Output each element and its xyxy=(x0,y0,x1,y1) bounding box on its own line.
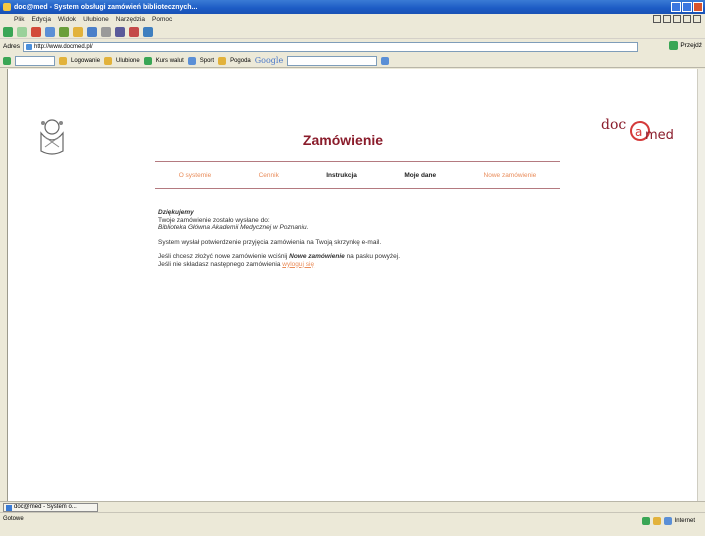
sport-icon xyxy=(187,56,196,65)
weather-icon xyxy=(218,56,227,65)
google-search-input[interactable] xyxy=(287,55,378,66)
mail-icon[interactable] xyxy=(101,26,111,37)
home-icon[interactable] xyxy=(59,26,69,37)
link-currency[interactable]: Kurs walut xyxy=(156,58,184,64)
back-icon[interactable] xyxy=(3,26,13,37)
close-icon[interactable] xyxy=(693,2,703,12)
currency-icon xyxy=(143,56,152,65)
toolbar-logo-icon xyxy=(3,56,11,65)
menu-file[interactable]: Plik xyxy=(14,16,24,23)
university-emblem-icon xyxy=(40,119,64,155)
stop-icon[interactable] xyxy=(31,26,41,37)
menu-tools[interactable]: Narzędzia xyxy=(116,16,145,23)
nav-pricing[interactable]: Cennik xyxy=(259,172,279,179)
logout-link[interactable]: wyloguj się xyxy=(282,261,314,268)
menu-help[interactable]: Pomoc xyxy=(152,16,172,23)
confirmation-content: Dziękujemy Twoje zamówienie zostało wysł… xyxy=(158,209,558,275)
svg-text:doc: doc xyxy=(601,117,626,133)
menu-favorites[interactable]: Ulubione xyxy=(83,16,109,23)
address-bar: Adres http://www.docmed.pl/ Przejdź xyxy=(0,40,705,53)
status-text: Gotowe xyxy=(3,516,24,522)
toolbar-tool-icon[interactable] xyxy=(653,15,661,23)
link-weather[interactable]: Pogoda xyxy=(230,58,251,64)
print-icon[interactable] xyxy=(115,26,125,37)
nav-about[interactable]: O systemie xyxy=(179,172,212,179)
nav-instructions[interactable]: Instrukcja xyxy=(326,172,357,179)
menubar-icons xyxy=(653,15,701,23)
library-name-text: Biblioteka Główna Akademii Medycznej w P… xyxy=(158,224,309,231)
go-button[interactable]: Przejdź xyxy=(669,41,702,50)
history-icon[interactable] xyxy=(87,26,97,37)
logout-text: Jeśli nie składasz następnego zamówienia xyxy=(158,260,283,268)
toolbar-tool-icon[interactable] xyxy=(673,15,681,23)
svg-text:a: a xyxy=(635,125,642,139)
edit-icon[interactable] xyxy=(129,26,139,37)
messenger-icon[interactable] xyxy=(143,26,153,37)
favorites-star-icon xyxy=(104,56,113,65)
links-toolbar: Logowanie Ulubione Kurs walut Sport Pogo… xyxy=(0,54,705,68)
menu-view[interactable]: Widok xyxy=(58,16,76,23)
search-icon[interactable] xyxy=(381,56,390,65)
refresh-icon[interactable] xyxy=(45,26,55,37)
security-zone: Internet xyxy=(641,517,695,525)
new-order-post-text: na pasku powyżej. xyxy=(344,253,401,260)
main-nav: O systemie Cennik Instrukcja Moje dane N… xyxy=(155,161,560,189)
login-icon xyxy=(59,56,67,65)
go-arrow-icon xyxy=(669,41,679,50)
new-order-text: Jeśli chcesz złożyć nowe zamówienie wciś… xyxy=(158,253,290,260)
nav-new-order[interactable]: Nowe zamówienie xyxy=(484,172,537,179)
maximize-icon[interactable] xyxy=(682,2,692,12)
nav-my-data[interactable]: Moje dane xyxy=(404,172,436,179)
window-titlebar: doc@med - System obsługi zamówień biblio… xyxy=(0,0,705,14)
browser-icon xyxy=(3,3,11,11)
window-controls xyxy=(671,2,703,12)
sent-to-text: Twoje zamówienie zostało wysłane do: xyxy=(158,216,270,224)
vertical-scrollbar[interactable] xyxy=(697,69,705,501)
toolbar-tool-icon[interactable] xyxy=(663,15,671,23)
zone-label: Internet xyxy=(674,518,695,524)
window-title: doc@med - System obsługi zamówień biblio… xyxy=(14,3,198,11)
confirmation-text: System wysłał potwierdzenie przyjęcia za… xyxy=(158,238,382,246)
page-title: Zamówienie xyxy=(302,132,384,148)
address-input[interactable]: http://www.docmed.pl/ xyxy=(22,41,638,52)
menu-bar: Plik Edycja Widok Ulubione Narzędzia Pom… xyxy=(0,14,705,25)
menu-edit[interactable]: Edycja xyxy=(31,16,51,23)
link-favorites[interactable]: Ulubione xyxy=(116,58,140,64)
toolbar-tool-icon[interactable] xyxy=(683,15,691,23)
link-sport[interactable]: Sport xyxy=(200,58,214,64)
greeting-text: Dziękujemy xyxy=(158,209,194,216)
tray-icon xyxy=(652,517,661,525)
status-bar: Gotowe Internet xyxy=(0,512,705,536)
forward-icon[interactable] xyxy=(17,26,27,37)
internet-zone-icon xyxy=(663,517,672,525)
go-label: Przejdź xyxy=(680,42,702,49)
toolbar-select[interactable] xyxy=(15,55,55,66)
minimize-icon[interactable] xyxy=(671,2,681,12)
standard-toolbar xyxy=(0,25,705,39)
svg-text:med: med xyxy=(645,128,674,143)
taskbar: doc@med - System o... xyxy=(0,501,705,512)
page-viewport: Zamówienie doc a med O systemie Cennik I… xyxy=(7,69,697,501)
google-logo: Google xyxy=(254,56,284,65)
docmed-logo: doc a med xyxy=(601,117,674,143)
address-label: Adres xyxy=(3,43,20,50)
new-order-bold: Nowe zamówienie xyxy=(289,253,345,260)
toolbar-tool-icon[interactable] xyxy=(693,15,701,23)
tray-icon xyxy=(641,517,650,525)
taskbar-window-button[interactable]: doc@med - System o... xyxy=(3,502,98,512)
link-login[interactable]: Logowanie xyxy=(71,58,100,64)
favorites-icon[interactable] xyxy=(73,26,83,37)
